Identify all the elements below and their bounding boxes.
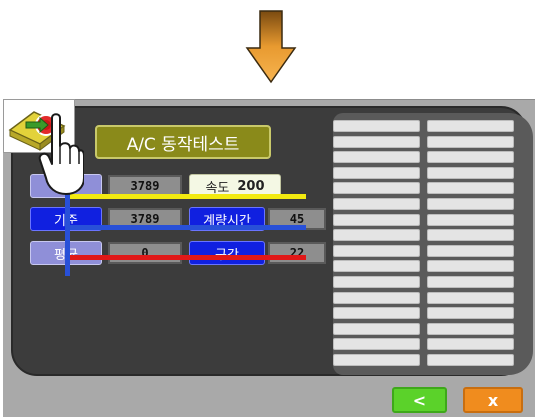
down-arrow-icon [245, 10, 297, 84]
list-cell[interactable] [333, 354, 420, 366]
list-cell[interactable] [427, 198, 514, 210]
list-cell[interactable] [333, 135, 420, 148]
list-cell[interactable] [427, 135, 514, 148]
list-cell[interactable] [333, 166, 420, 179]
list-cell[interactable] [427, 166, 514, 179]
yellow-level-line [70, 194, 306, 199]
hand-pointer-icon [38, 113, 84, 195]
list-cell[interactable] [427, 276, 514, 288]
close-button[interactable]: x [463, 387, 523, 413]
screen-title: A/C 동작테스트 [95, 125, 271, 159]
red-level-line [70, 255, 306, 260]
list-cell[interactable] [333, 198, 420, 210]
list-cell[interactable] [333, 120, 420, 132]
list-cell[interactable] [333, 151, 420, 164]
list-cell[interactable] [333, 338, 420, 351]
list-cell[interactable] [333, 260, 420, 273]
list-cell[interactable] [333, 276, 420, 288]
list-cell[interactable] [427, 307, 514, 320]
list-cell[interactable] [427, 354, 514, 366]
list-cell[interactable] [427, 120, 514, 132]
back-button[interactable]: < [392, 387, 447, 413]
list-cell[interactable] [333, 307, 420, 320]
list-cell[interactable] [427, 151, 514, 164]
list-cell[interactable] [427, 229, 514, 242]
list-cell[interactable] [427, 213, 514, 226]
list-cell[interactable] [427, 244, 514, 257]
blue-level-line [70, 225, 306, 230]
list-cell[interactable] [427, 322, 514, 335]
list-cell[interactable] [427, 338, 514, 351]
list-cell[interactable] [333, 291, 420, 304]
signal-graph [65, 180, 306, 276]
list-cell[interactable] [333, 182, 420, 195]
list-cell[interactable] [333, 213, 420, 226]
list-cell[interactable] [333, 229, 420, 242]
list-cell[interactable] [427, 291, 514, 304]
list-cell[interactable] [333, 322, 420, 335]
list-cell[interactable] [427, 182, 514, 195]
list-cell[interactable] [333, 244, 420, 257]
list-cell[interactable] [427, 260, 514, 273]
